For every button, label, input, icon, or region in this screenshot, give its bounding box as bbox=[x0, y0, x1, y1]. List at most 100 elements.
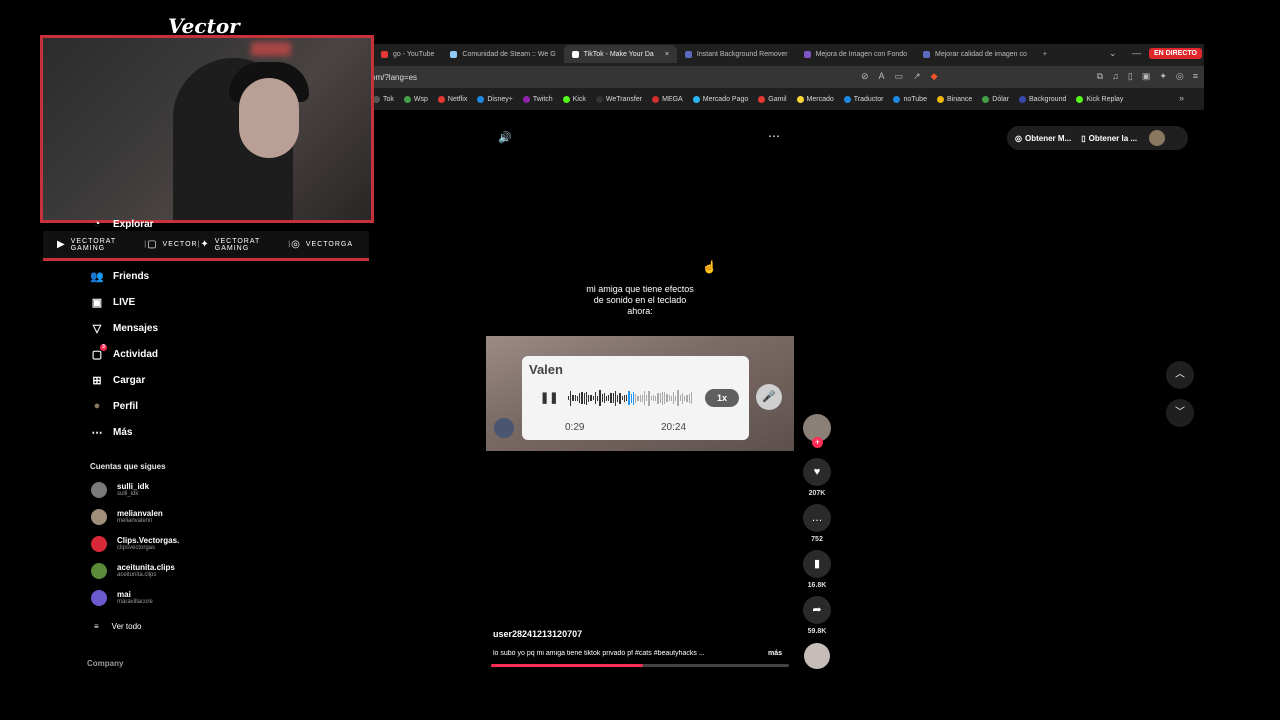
favicon-icon bbox=[571, 50, 579, 58]
bookmark-item[interactable]: Disney+ bbox=[477, 95, 513, 103]
share-icon[interactable]: ↗ bbox=[913, 71, 921, 82]
list-icon: ≡ bbox=[94, 622, 99, 631]
url-text[interactable]: om/?lang=es bbox=[371, 73, 417, 82]
bookmark-item[interactable]: Mercado Pago bbox=[692, 95, 748, 103]
chevron-up-icon: ︿ bbox=[1175, 369, 1185, 380]
bookmark-favicon-icon bbox=[796, 95, 804, 103]
waveform-bar bbox=[605, 395, 608, 401]
waveform-bar bbox=[677, 390, 679, 406]
more-link[interactable]: más bbox=[768, 650, 782, 657]
bookmark-item[interactable]: WeTransfer bbox=[595, 95, 642, 103]
sidebar-item-mensajes[interactable]: ▽ Mensajes bbox=[90, 322, 158, 335]
no-tracking-icon[interactable]: ⊘ bbox=[861, 71, 869, 82]
waveform-bar bbox=[619, 392, 621, 404]
following-account[interactable]: Clips.Vectorgas. clipsvectorgas bbox=[91, 536, 179, 552]
video-player[interactable]: Valen ❚❚ 1x 0:29 20:24 🎤 bbox=[486, 336, 794, 451]
bookmarks-overflow-icon[interactable]: » bbox=[1179, 93, 1184, 103]
heart-icon[interactable]: ♥ bbox=[803, 458, 831, 486]
previous-video-button[interactable]: ︿ bbox=[1166, 361, 1194, 389]
bookmark-item[interactable]: Mercado bbox=[796, 95, 834, 103]
more-options-icon[interactable]: ⋯ bbox=[768, 129, 781, 143]
following-account[interactable]: sulli_idk sulli_idk bbox=[91, 482, 149, 498]
video-username[interactable]: user28241213120707 bbox=[493, 629, 582, 639]
browser-tab[interactable]: Mejora de Imagen con Fondo bbox=[796, 45, 915, 63]
tab-label: go - YouTube bbox=[393, 50, 435, 58]
video-progress[interactable] bbox=[491, 664, 789, 667]
comment-action[interactable]: … 752 bbox=[803, 504, 831, 543]
bookmark-item[interactable]: Traductor bbox=[843, 95, 883, 103]
follow-plus-icon[interactable]: + bbox=[812, 437, 823, 448]
social-link: ▶ VECTORAT GAMING bbox=[57, 238, 144, 252]
tab-list-icon[interactable]: ⌄ bbox=[1109, 48, 1117, 59]
bookmark-item[interactable]: Gamil bbox=[758, 95, 787, 103]
menu-icon[interactable]: ≡ bbox=[1193, 71, 1198, 82]
bookmark-favicon-icon bbox=[692, 95, 700, 103]
browser-tab[interactable]: Mejorar calidad de imagen co bbox=[915, 45, 1035, 63]
new-tab-button[interactable]: + bbox=[1035, 45, 1055, 63]
bookmark-item[interactable]: Netflix bbox=[437, 95, 467, 103]
bookmark-item[interactable]: Tok bbox=[373, 95, 394, 103]
sidebar-item-live[interactable]: ▣ LIVE bbox=[90, 296, 135, 309]
following-account[interactable]: aceitunita.clips aceitunita.clips bbox=[91, 563, 175, 579]
bookmark-label: Gamil bbox=[768, 95, 787, 103]
get-app-button[interactable]: ▯ Obtener la ... bbox=[1081, 134, 1137, 143]
bookmark-item[interactable]: Dólar bbox=[982, 95, 1009, 103]
address-bar[interactable]: om/?lang=es ⊘ A ▭ ↗ ◆ ⧉ ♫ ▯ ▣ ✦ ◎ ≡ bbox=[371, 66, 1204, 88]
minimize-icon[interactable]: — bbox=[1132, 48, 1141, 58]
cast-icon[interactable]: ▭ bbox=[895, 71, 904, 82]
vpn-icon[interactable]: ◎ bbox=[1176, 71, 1184, 82]
volume-icon[interactable]: 🔊 bbox=[498, 131, 512, 144]
like-action[interactable]: ♥ 207K bbox=[803, 458, 831, 497]
video-description: lo subo yo pq mi amiga tiene tiktok priv… bbox=[493, 650, 705, 657]
sidebar-item-explorar[interactable]: ◔ Explorar bbox=[90, 218, 154, 230]
following-account[interactable]: mai maravillacore bbox=[91, 590, 153, 606]
get-coins-button[interactable]: ◎ Obtener M... bbox=[1015, 134, 1071, 143]
music-disc[interactable] bbox=[804, 643, 830, 669]
bookmark-favicon-icon bbox=[562, 95, 570, 103]
translate-icon[interactable]: A bbox=[879, 71, 885, 82]
bookmark-item[interactable]: Kick Replay bbox=[1076, 95, 1123, 103]
browser-tab[interactable]: Instant Background Remover bbox=[677, 45, 796, 63]
screenshot-icon[interactable]: ⧉ bbox=[1097, 71, 1103, 82]
sidebar-item-cargar[interactable]: ⊞ Cargar bbox=[90, 374, 145, 387]
browser-tab[interactable]: go - YouTube bbox=[373, 45, 442, 63]
comment-icon[interactable]: … bbox=[803, 504, 831, 532]
bookmark-item[interactable]: noTube bbox=[893, 95, 927, 103]
bookmark-item[interactable]: Binance bbox=[936, 95, 972, 103]
bookmark-item[interactable]: Twitch bbox=[522, 95, 553, 103]
save-action[interactable]: ▮ 16.8K bbox=[803, 550, 831, 589]
bookmark-item[interactable]: Wsp bbox=[403, 95, 428, 103]
user-avatar[interactable] bbox=[1149, 130, 1166, 146]
sidebar-item-perfil[interactable]: ● Perfil bbox=[90, 400, 138, 412]
company-link[interactable]: Company bbox=[87, 659, 123, 668]
sidebar-item-actividad[interactable]: ▢ 3 Actividad bbox=[90, 344, 158, 361]
bookmark-item[interactable]: Background bbox=[1019, 95, 1066, 103]
sidebar-item-friends[interactable]: 👥 Friends bbox=[90, 270, 149, 283]
browser-tab[interactable]: TikTok - Make Your Da × bbox=[563, 45, 677, 63]
sidebar-icon[interactable]: ▯ bbox=[1128, 71, 1133, 82]
waveform-bar bbox=[608, 395, 610, 401]
bookmark-item[interactable]: MEGA bbox=[652, 95, 683, 103]
get-coins-label: Obtener M... bbox=[1024, 133, 1072, 143]
bookmark-label: Tok bbox=[383, 95, 394, 103]
waveform-bar bbox=[574, 395, 576, 401]
share-arrow-icon[interactable]: ➦ bbox=[803, 596, 831, 624]
toolbar-icons: ⧉ ♫ ▯ ▣ ✦ ◎ ≡ bbox=[1097, 71, 1198, 82]
waveform-bar bbox=[594, 392, 597, 404]
browser-tab[interactable]: Comunidad de Steam :: We G bbox=[442, 45, 563, 63]
leo-icon[interactable]: ✦ bbox=[1159, 71, 1167, 82]
share-action[interactable]: ➦ 59.8K bbox=[803, 596, 831, 635]
media-icon[interactable]: ♫ bbox=[1112, 71, 1119, 82]
next-video-button[interactable]: ﹀ bbox=[1166, 399, 1194, 427]
sidebar-item-ms[interactable]: ⋯ Más bbox=[90, 426, 133, 439]
wallet-icon[interactable]: ▣ bbox=[1142, 71, 1151, 82]
following-account[interactable]: melianvalen melianvalenn bbox=[91, 509, 163, 525]
bookmark-icon[interactable]: ▮ bbox=[803, 550, 831, 578]
bookmark-item[interactable]: Kick bbox=[562, 95, 586, 103]
waveform-bar bbox=[579, 393, 581, 403]
bookmark-favicon-icon bbox=[403, 95, 411, 103]
see-all-link[interactable]: ≡ Ver todo bbox=[94, 622, 141, 631]
brave-shield-icon[interactable]: ◆ bbox=[931, 71, 938, 82]
account-handle: maravillacore bbox=[117, 599, 153, 605]
close-tab-icon[interactable]: × bbox=[665, 51, 669, 58]
